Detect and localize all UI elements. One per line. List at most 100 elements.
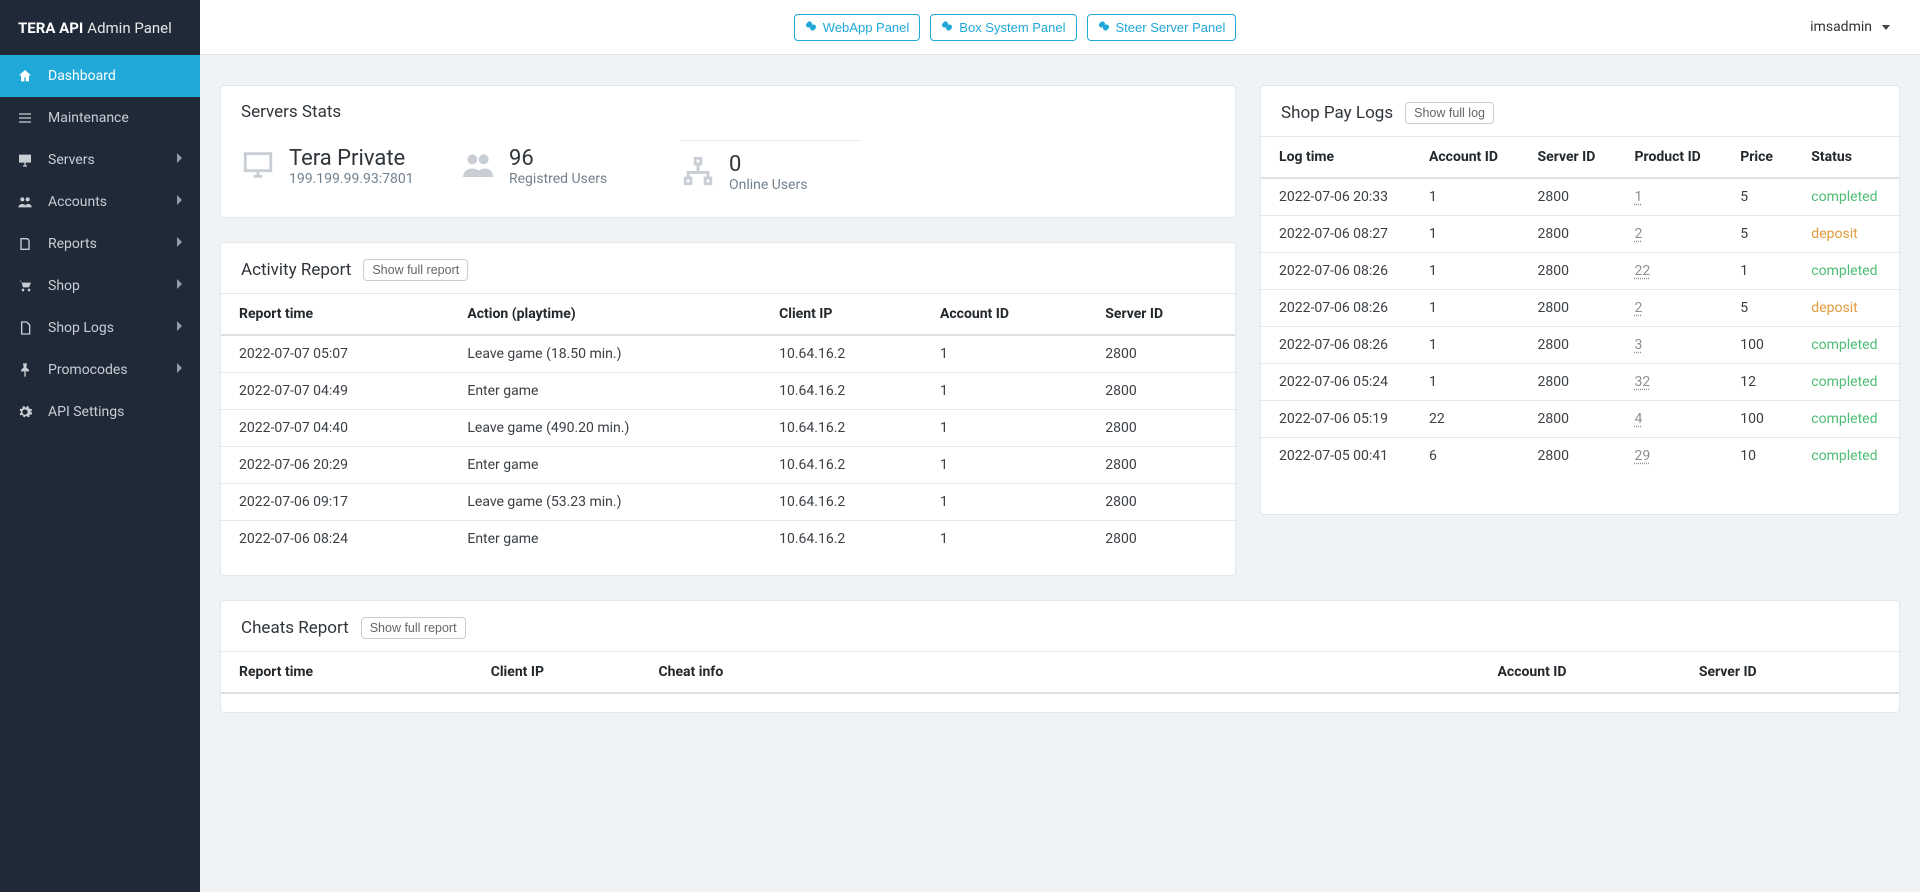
registered-label: Registred Users [509, 171, 607, 187]
col-report-time: Report time [221, 652, 473, 694]
server-name: Tera Private [289, 147, 414, 171]
show-full-log-button[interactable]: Show full log [1405, 102, 1494, 124]
book-icon [16, 235, 34, 253]
table-row: 2022-07-06 05:24128003212completed [1261, 364, 1899, 401]
sidebar-item-label: Accounts [48, 194, 107, 210]
sidebar-item-label: Servers [48, 152, 95, 168]
activity-report-title: Activity Report [241, 260, 351, 280]
sidebar-item-label: Shop Logs [48, 320, 114, 336]
sidebar-item-shop-logs[interactable]: Shop Logs [0, 307, 200, 349]
sidebar-item-api-settings[interactable]: API Settings [0, 391, 200, 433]
table-row: 2022-07-06 08:26128003100completed [1261, 327, 1899, 364]
users-icon [16, 193, 34, 211]
col-product-id: Product ID [1617, 137, 1723, 179]
col-server-id: Server ID [1087, 294, 1235, 336]
chevron-right-icon [176, 278, 184, 294]
sidebar-item-label: Maintenance [48, 110, 129, 126]
product-link[interactable]: 3 [1635, 337, 1643, 353]
servers-stats-card: Servers Stats Tera Private 199.199.99.93… [220, 85, 1236, 218]
col-action: Action (playtime) [449, 294, 761, 336]
link-icon [941, 20, 953, 35]
file-icon [16, 319, 34, 337]
servers-stats-title: Servers Stats [241, 102, 341, 122]
sidebar-item-shop[interactable]: Shop [0, 265, 200, 307]
status-badge: completed [1793, 253, 1899, 290]
shop-pay-logs-title: Shop Pay Logs [1281, 103, 1393, 123]
product-link[interactable]: 32 [1635, 374, 1651, 390]
col-price: Price [1722, 137, 1793, 179]
product-link[interactable]: 2 [1635, 226, 1643, 242]
status-badge: deposit [1793, 290, 1899, 327]
sidebar-item-dashboard[interactable]: Dashboard [0, 55, 200, 97]
sidebar-item-maintenance[interactable]: Maintenance [0, 97, 200, 139]
table-row: 2022-07-05 00:41628002910completed [1261, 438, 1899, 475]
online-label: Online Users [729, 177, 808, 193]
chevron-right-icon [176, 236, 184, 252]
brand-bold: TERA API [18, 19, 83, 37]
col-client-ip: Client IP [761, 294, 922, 336]
col-account-id: Account ID [1480, 652, 1681, 694]
product-link[interactable]: 22 [1635, 263, 1651, 279]
col-account-id: Account ID [922, 294, 1087, 336]
sidebar-item-label: Reports [48, 236, 97, 252]
desktop-icon [16, 151, 34, 169]
caret-down-icon [1882, 25, 1890, 30]
show-full-cheats-button[interactable]: Show full report [361, 617, 466, 639]
users-icon [461, 148, 495, 186]
col-account-id: Account ID [1411, 137, 1520, 179]
sidebar: TERA API Admin Panel Dashboard Maintenan… [0, 0, 200, 892]
status-badge: completed [1793, 178, 1899, 216]
table-row: 2022-07-06 05:192228004100completed [1261, 401, 1899, 438]
product-link[interactable]: 1 [1635, 189, 1643, 205]
link-icon [805, 20, 817, 35]
col-report-time: Report time [221, 294, 449, 336]
sidebar-item-servers[interactable]: Servers [0, 139, 200, 181]
thumbtack-icon [16, 361, 34, 379]
user-menu[interactable]: imsadmin [1810, 19, 1900, 35]
sidebar-item-label: Shop [48, 278, 80, 294]
col-server-id: Server ID [1520, 137, 1617, 179]
sidebar-item-accounts[interactable]: Accounts [0, 181, 200, 223]
chevron-right-icon [176, 194, 184, 210]
sidebar-item-reports[interactable]: Reports [0, 223, 200, 265]
col-log-time: Log time [1261, 137, 1411, 179]
table-row: 2022-07-07 04:49Enter game10.64.16.21280… [221, 373, 1235, 410]
show-full-report-button[interactable]: Show full report [363, 259, 468, 281]
gear-icon [16, 403, 34, 421]
product-link[interactable]: 2 [1635, 300, 1643, 316]
cheats-table: Report time Client IP Cheat info Account… [221, 651, 1899, 694]
chevron-right-icon [176, 362, 184, 378]
server-address: 199.199.99.93:7801 [289, 171, 414, 187]
user-name: imsadmin [1810, 19, 1872, 35]
status-badge: completed [1793, 327, 1899, 364]
steer-server-panel-button[interactable]: Steer Server Panel [1087, 14, 1237, 41]
registered-count: 96 [509, 147, 607, 171]
table-row: 2022-07-06 20:29Enter game10.64.16.21280… [221, 447, 1235, 484]
sidebar-item-label: API Settings [48, 404, 124, 420]
sitemap-icon [681, 154, 715, 192]
product-link[interactable]: 4 [1635, 411, 1643, 427]
cheats-report-title: Cheats Report [241, 618, 349, 638]
table-row: 2022-07-06 20:331280015completed [1261, 178, 1899, 216]
status-badge: completed [1793, 401, 1899, 438]
col-cheat-info: Cheat info [640, 652, 1479, 694]
table-row: 2022-07-07 05:07Leave game (18.50 min.)1… [221, 335, 1235, 373]
topbar: WebApp Panel Box System Panel Steer Serv… [200, 0, 1920, 55]
product-link[interactable]: 29 [1635, 448, 1651, 464]
chevron-right-icon [176, 152, 184, 168]
activity-table: Report time Action (playtime) Client IP … [221, 293, 1235, 557]
sidebar-item-promocodes[interactable]: Promocodes [0, 349, 200, 391]
list-icon [16, 109, 34, 127]
chevron-right-icon [176, 320, 184, 336]
col-status: Status [1793, 137, 1899, 179]
status-badge: deposit [1793, 216, 1899, 253]
sidebar-nav: Dashboard Maintenance Servers Accounts R… [0, 55, 200, 433]
webapp-panel-button[interactable]: WebApp Panel [794, 14, 921, 41]
box-system-panel-button[interactable]: Box System Panel [930, 14, 1076, 41]
link-icon [1098, 20, 1110, 35]
desktop-icon [241, 148, 275, 186]
table-row: 2022-07-06 08:24Enter game10.64.16.21280… [221, 521, 1235, 558]
stat-online: 0 Online Users [681, 140, 861, 193]
col-client-ip: Client IP [473, 652, 641, 694]
online-count: 0 [729, 153, 808, 177]
